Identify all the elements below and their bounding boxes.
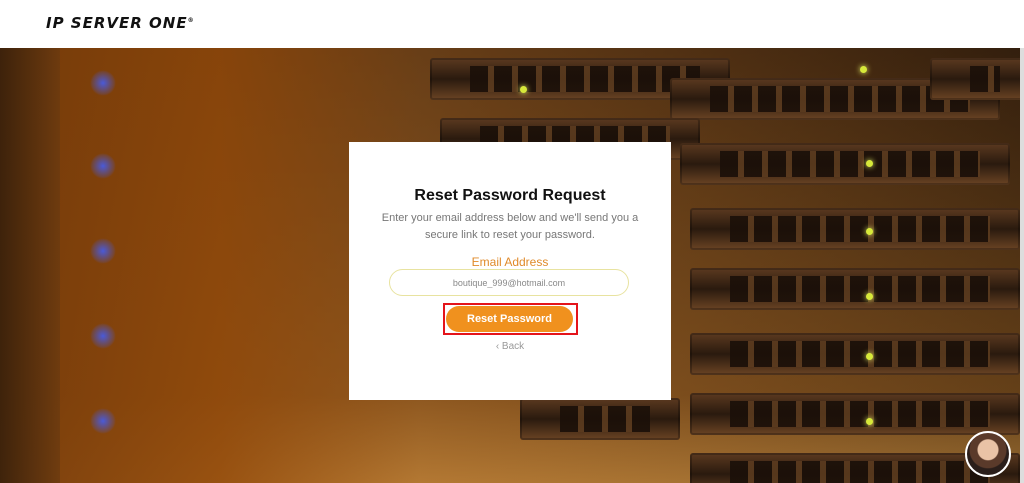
server-unit xyxy=(690,208,1020,250)
status-led xyxy=(866,160,873,167)
server-unit xyxy=(690,393,1020,435)
ipserverone-logo[interactable]: IP SERVER ONE® xyxy=(46,14,195,32)
back-link[interactable]: ‹ Back xyxy=(349,341,671,352)
support-avatar[interactable] xyxy=(965,431,1011,477)
card-description: Enter your email address below and we'll… xyxy=(381,212,639,241)
server-unit xyxy=(930,58,1020,100)
top-header: IP SERVER ONE® xyxy=(0,0,1024,48)
blue-led-glow xyxy=(90,323,116,349)
blue-led-glow xyxy=(90,70,116,96)
reset-password-button[interactable]: Reset Password xyxy=(446,306,573,332)
blue-led-glow xyxy=(90,238,116,264)
status-led xyxy=(866,353,873,360)
rack-shadow-left xyxy=(0,48,60,483)
email-label: Email Address xyxy=(471,255,549,269)
blue-led-glow xyxy=(90,153,116,179)
status-led xyxy=(860,66,867,73)
status-led xyxy=(866,228,873,235)
logo-text: IP SERVER ONE xyxy=(46,14,188,32)
server-unit xyxy=(680,143,1010,185)
server-unit xyxy=(690,268,1020,310)
server-unit xyxy=(520,398,680,440)
server-unit xyxy=(690,333,1020,375)
page-scrollbar[interactable] xyxy=(1020,48,1024,483)
status-led xyxy=(866,418,873,425)
status-led xyxy=(866,293,873,300)
reset-password-card: Reset Password Request Enter your email … xyxy=(349,142,671,400)
email-input[interactable] xyxy=(389,269,629,296)
card-title: Reset Password Request xyxy=(414,187,606,204)
blue-led-glow xyxy=(90,408,116,434)
logo-registered-mark: ® xyxy=(187,17,195,24)
status-led xyxy=(520,86,527,93)
